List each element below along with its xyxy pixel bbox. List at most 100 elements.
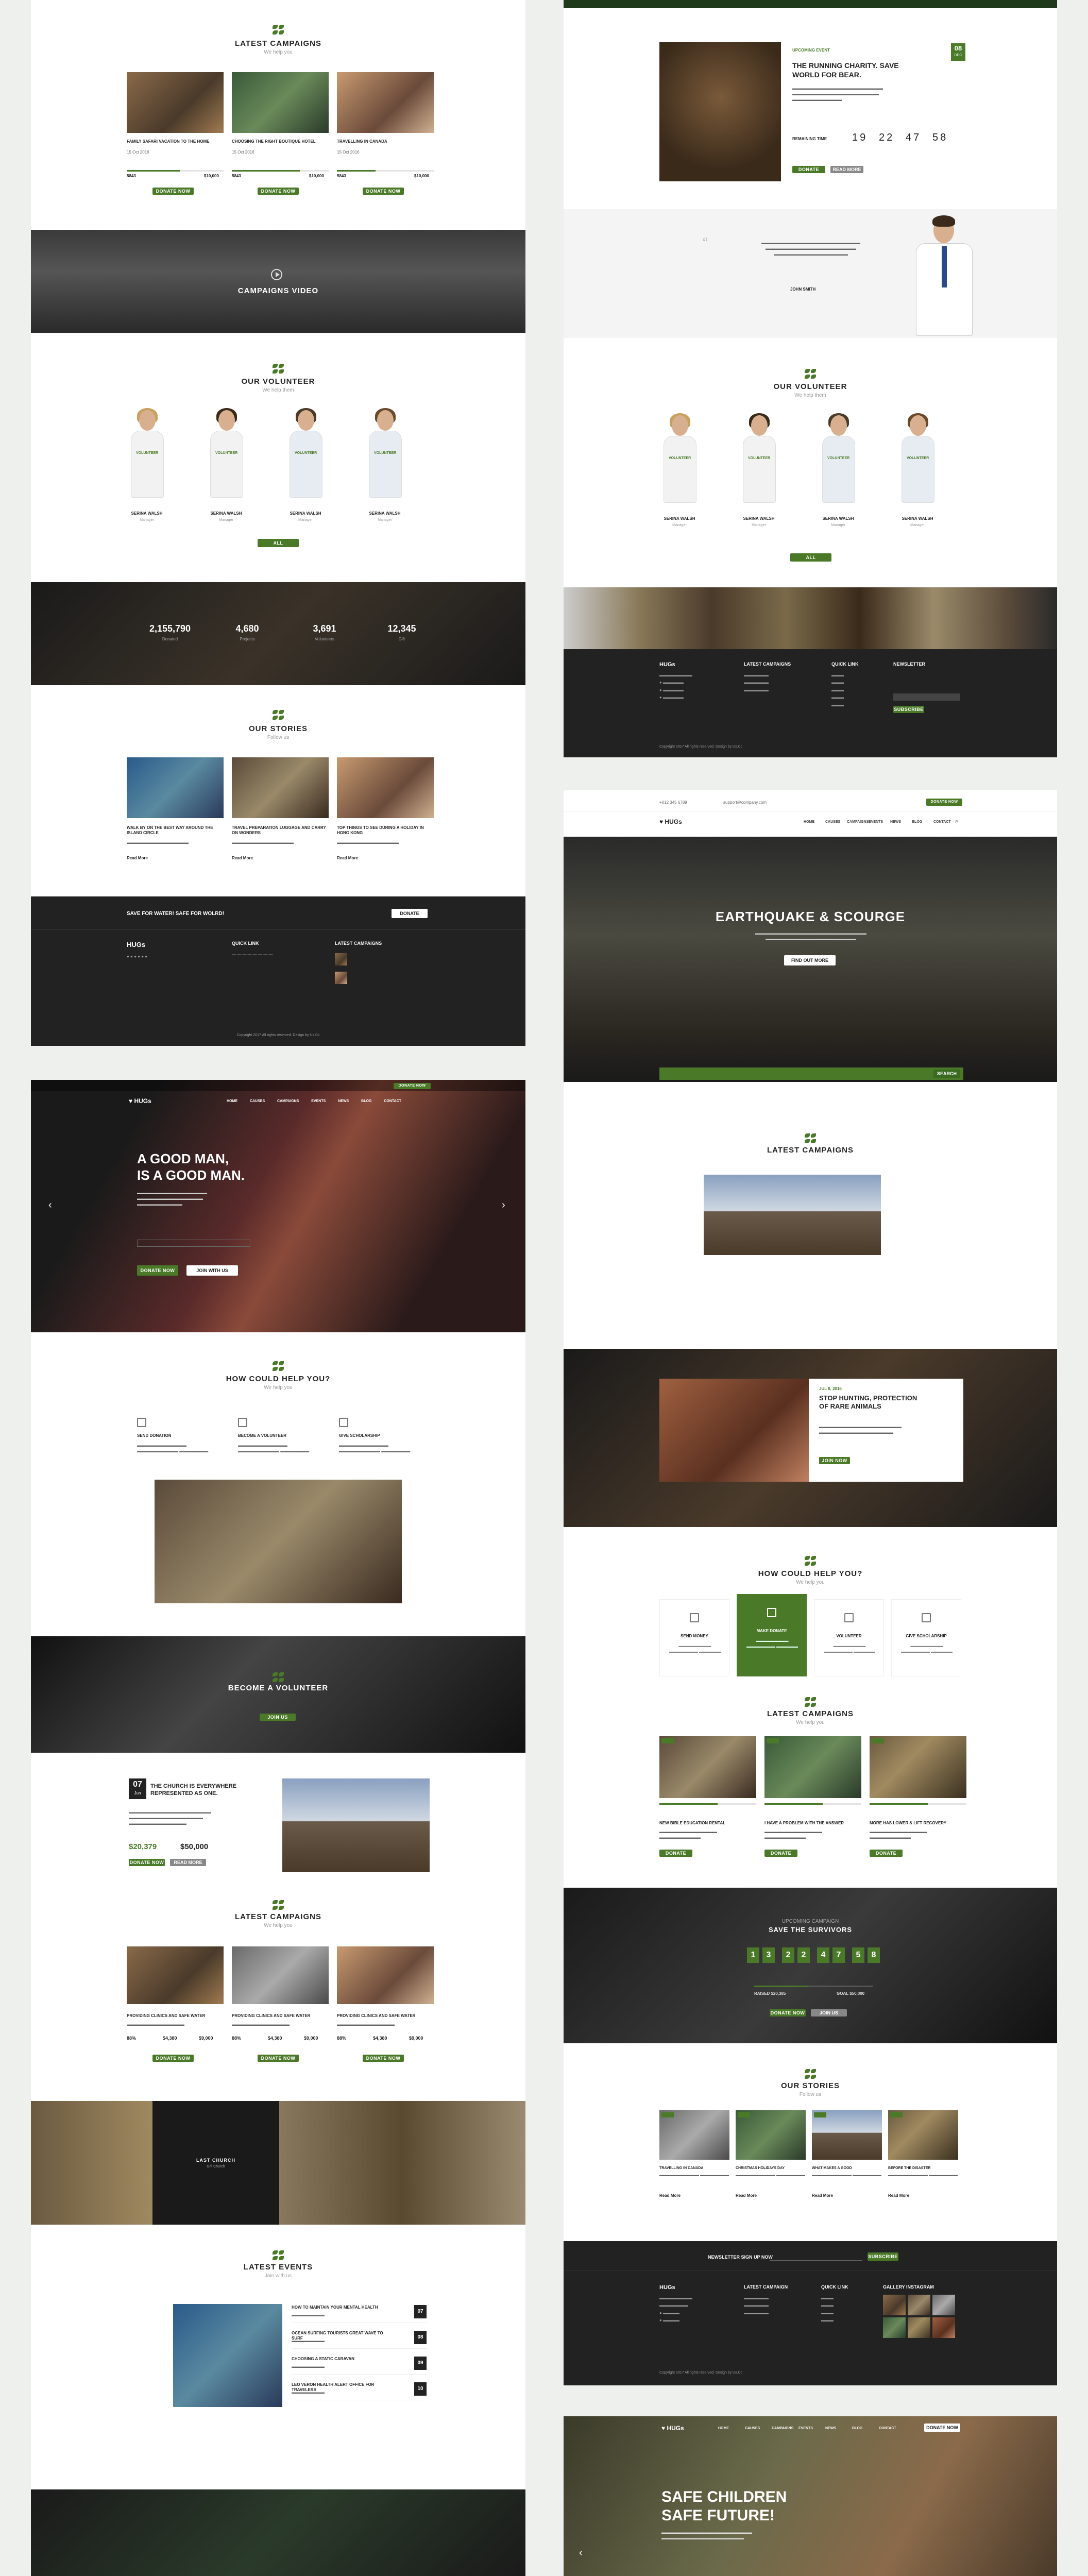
campaign-donate-button[interactable]: DONATE NOW [258,2055,299,2062]
nav-item[interactable]: CAUSES [745,2427,760,2430]
nav-item[interactable]: HOME [718,2427,729,2430]
newsletter-input[interactable] [770,2252,862,2261]
volunteer-name: SERINA WALSH [902,516,933,521]
campaign-donate-button[interactable]: DONATE NOW [258,188,299,195]
event-title[interactable]: CHOOSING A STATIC CARAVAN [292,2357,395,2362]
gallery-thumb[interactable] [932,2295,955,2315]
event-title[interactable]: HOW TO MAINTAIN YOUR MENTAL HEALTH [292,2305,395,2310]
volunteer-name: SERINA WALSH [822,516,854,521]
nav-item[interactable]: CONTACT [933,820,951,824]
volunteer-photo: VOLUNTEER [820,413,856,503]
gallery-thumb[interactable] [932,2317,955,2338]
logo[interactable]: ♥ HUGs [129,1097,151,1105]
topbar-phone: +012 345 6789 [659,800,687,805]
slider-prev-icon[interactable]: ‹ [579,2547,583,2559]
story-image [337,757,434,818]
footer-thumb[interactable] [335,953,347,965]
subscribe-button[interactable]: SUBSCRIBE [893,706,924,713]
newsletter-input[interactable] [893,693,960,701]
donate-now-button[interactable]: DONATE NOW [394,1083,431,1089]
nav-item[interactable]: EVENTS [798,2427,813,2430]
donate-now-button[interactable]: DONATE NOW [926,799,962,806]
campaign-donate-button[interactable]: DONATE NOW [152,188,194,195]
logo[interactable]: ♥ HUGs [659,818,682,826]
footer-logo[interactable]: HUGs [127,941,145,948]
story-read-more[interactable]: Read More [888,2193,909,2198]
nav-item[interactable]: CAMPAIGNS [772,2427,793,2430]
help-tile[interactable]: GIVE SCHOLARSHIP ▬▬▬▬▬▬▬▬▬ ▬▬▬▬▬▬▬▬ ▬▬▬▬▬… [891,1599,961,1676]
logo[interactable]: ♥ HUGs [661,2425,684,2432]
campaign-goal: $9,000 [199,2036,213,2041]
story-read-more[interactable]: Read More [337,855,358,861]
donate-now-button[interactable]: DONATE NOW [924,2424,960,2432]
nav-item[interactable]: CAMPAIGNS [847,820,869,824]
campaign-title: CHOOSING THE RIGHT BOUTIQUE HOTEL [232,139,316,144]
footer-logo[interactable]: HUGs [659,662,675,668]
story-image [232,757,329,818]
play-icon[interactable] [271,269,282,280]
survivors-donate-button[interactable]: DONATE NOW [770,2009,806,2016]
hero-button[interactable]: FIND OUT MORE [784,955,836,965]
story-read-more[interactable]: Read More [659,2193,681,2198]
help-text: ▬▬▬▬▬▬▬▬▬ ▬▬▬▬▬▬▬▬ ▬▬▬▬▬▬ [669,1645,721,1654]
all-volunteer-button[interactable]: ALL VOLUNTEER [790,553,831,568]
hero-donate-button[interactable]: DONATE NOW [137,1265,178,1276]
leaf-icon [271,2250,285,2261]
nav-item[interactable]: HOME [804,820,814,824]
subscribe-button[interactable]: SUBSCRIBE [868,2252,898,2261]
campaign-donate-button[interactable]: DONATE NOW [659,1850,692,1863]
campaign-goal: $9,000 [409,2036,423,2041]
survivors-join-button[interactable]: JOIN US [811,2009,847,2016]
help-tile[interactable]: MAKE DONATE ▬▬▬▬▬▬▬▬▬ ▬▬▬▬▬▬▬▬ ▬▬▬▬▬▬ [737,1594,807,1676]
search-button[interactable]: SEARCH [933,1070,960,1078]
cta-button[interactable]: DONATE [392,909,428,918]
slider-next-icon[interactable]: › [502,1199,505,1211]
search-bar[interactable] [659,1067,963,1080]
gallery-thumb[interactable] [883,2295,906,2315]
campaign-donate-button[interactable]: DONATE NOW [363,188,404,195]
join-us-button[interactable]: JOIN US [260,1714,296,1721]
nav-item[interactable]: BLOG [912,820,922,824]
footer-thumb[interactable] [335,972,347,984]
nav-item[interactable]: BLOG [852,2427,862,2430]
nav-item[interactable]: NEWS [890,820,901,824]
search-icon[interactable]: ⌕ [955,818,958,825]
main-nav[interactable]: HOME CAUSES CAMPAIGNS EVENTS NEWS BLOG C… [227,1099,401,1103]
campaign-donate-button[interactable]: DONATE NOW [764,1850,797,1863]
all-volunteer-button[interactable]: ALL VOLUNTEER [258,539,299,554]
campaign-donate-button[interactable]: DONATE NOW [363,2055,404,2062]
campaign-donate-button[interactable]: DONATE NOW [870,1850,903,1863]
nav-item[interactable]: CONTACT [879,2427,896,2430]
nav-item[interactable]: EVENTS [869,820,883,824]
footer-about: ▬▬▬▬▬▬▬▬ ● ▬▬▬▬▬ ● ▬▬▬▬▬ ● ▬▬▬▬▬ [659,673,692,700]
story-read-more[interactable]: Read More [232,855,253,861]
gallery-thumb[interactable] [908,2317,930,2338]
story-read-more[interactable]: Read More [127,855,148,861]
help-tile[interactable]: SEND MONEY ▬▬▬▬▬▬▬▬▬ ▬▬▬▬▬▬▬▬ ▬▬▬▬▬▬ [659,1599,729,1676]
story-read-more[interactable]: Read More [736,2193,757,2198]
campaign-text: ▬▬▬▬▬▬▬▬▬▬▬▬▬▬ [232,2022,290,2027]
gallery-thumb[interactable] [883,2317,906,2338]
event-meta: ▬▬▬▬▬▬▬▬ [292,2390,325,2395]
story-read-more[interactable]: Read More [812,2193,833,2198]
volunteer-role: Manager [298,518,313,522]
slider-prev-icon[interactable]: ‹ [48,1199,52,1211]
footer-logo[interactable]: HUGs [659,2284,675,2291]
gallery-thumb[interactable] [908,2295,930,2315]
campaign-donate-button[interactable]: DONATE NOW [152,2055,194,2062]
quote-author: JOHN SMITH [790,287,816,292]
help-section: HOW COULD HELP YOU? We help you SEND MON… [564,1527,1057,1697]
story-image [812,2110,882,2160]
hero-join-button[interactable]: JOIN WITH US [186,1265,238,1276]
event-read-more-button[interactable]: READ MORE [170,1859,206,1866]
help-title: MAKE DONATE [756,1629,787,1633]
event-donate-button[interactable]: DONATE NOW [129,1859,165,1866]
upcoming-donate-button[interactable]: DONATE NOW [792,166,825,179]
nav-item[interactable]: CAUSES [825,820,840,824]
section-subtitle: We help you [796,1720,825,1725]
feature-button[interactable]: JOIN NOW [819,1457,850,1464]
help-tile[interactable]: VOLUNTEER ▬▬▬▬▬▬▬▬▬ ▬▬▬▬▬▬▬▬ ▬▬▬▬▬▬ [814,1599,884,1676]
nav-item[interactable]: NEWS [825,2427,836,2430]
upcoming-read-more-button[interactable]: READ MORE [830,166,863,173]
amount-options[interactable] [137,1240,250,1247]
